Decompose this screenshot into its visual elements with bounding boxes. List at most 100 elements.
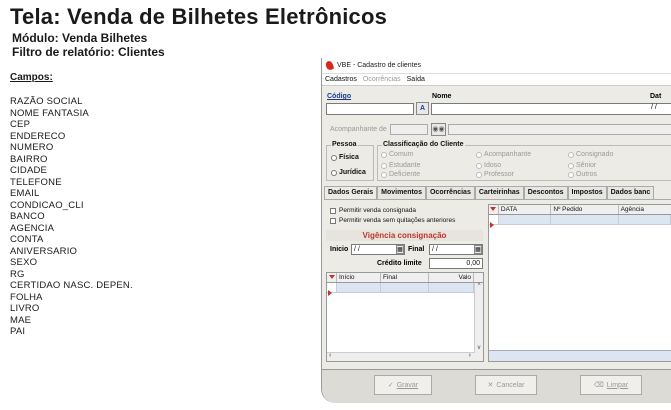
field-item: CERTIDAO NASC. DEPEN. bbox=[10, 280, 133, 291]
col-agencia[interactable]: Agência bbox=[619, 205, 671, 214]
pessoa-title: Pessoa bbox=[331, 141, 358, 148]
scroll-down-icon[interactable]: v bbox=[475, 345, 483, 351]
acompanhante-label: Acompanhante de bbox=[330, 126, 387, 133]
calendar-icon[interactable]: ▦ bbox=[474, 245, 482, 254]
vigencia-grid[interactable]: Início Final Valo ^ v ‹ › bbox=[326, 272, 484, 362]
col-data[interactable]: DATA bbox=[499, 205, 552, 214]
report-filter-label: Filtro de relatório: Clientes bbox=[12, 45, 165, 59]
field-item: MAE bbox=[10, 314, 32, 326]
movimentos-grid[interactable]: DATA Nº Pedido Agência bbox=[488, 204, 671, 362]
field-item: PAI bbox=[10, 326, 26, 337]
radio-estudante[interactable]: Estudante bbox=[381, 162, 421, 169]
calendar-icon[interactable]: ▦ bbox=[396, 245, 404, 254]
fields-heading: Campos: bbox=[10, 72, 53, 83]
field-item: RG bbox=[10, 268, 25, 280]
col-numero-pedido[interactable]: Nº Pedido bbox=[551, 205, 619, 214]
col-valor[interactable]: Valo bbox=[429, 273, 474, 282]
field-item: FOLHA bbox=[10, 291, 43, 303]
sort-indicator-icon bbox=[328, 275, 335, 279]
module-label: Módulo: Venda Bilhetes bbox=[12, 31, 148, 45]
nome-label: Nome bbox=[432, 93, 452, 100]
checkbox-venda-sem-quitacoes[interactable]: Permitir venda sem quitações anteriores bbox=[330, 217, 455, 224]
menu-cadastros[interactable]: Cadastros bbox=[325, 76, 357, 83]
final-label: Final bbox=[408, 246, 425, 253]
scroll-right-icon[interactable]: › bbox=[469, 352, 471, 359]
table-row[interactable] bbox=[327, 283, 483, 296]
scroll-up-icon[interactable]: ^ bbox=[475, 283, 483, 289]
codigo-label: Código bbox=[327, 93, 352, 100]
field-item: BANCO bbox=[10, 211, 45, 222]
cancel-icon: ✕ bbox=[487, 382, 494, 389]
radio-comum[interactable]: Comum bbox=[381, 151, 414, 158]
radio-acompanhante[interactable]: Acompanhante bbox=[476, 151, 531, 158]
vigencia-title: Vigência consignação bbox=[326, 230, 483, 241]
table-row[interactable] bbox=[489, 215, 671, 228]
horizontal-scrollbar[interactable]: ‹ › bbox=[327, 352, 475, 361]
tab-bar: Dados Gerais Movimentos Ocorrências Cart… bbox=[324, 186, 655, 199]
field-item: RAZÃO SOCIAL bbox=[10, 96, 83, 107]
codigo-input[interactable] bbox=[326, 103, 414, 115]
client-registration-window: VBE - Cadastro de clientes Cadastros Oco… bbox=[321, 58, 671, 403]
menu-ocorrencias[interactable]: Ocorrências bbox=[363, 76, 401, 83]
credito-limite-label: Crédito limite bbox=[377, 260, 422, 267]
check-icon: ✓ bbox=[387, 382, 394, 389]
tab-movimentos[interactable]: Movimentos bbox=[377, 186, 426, 199]
vertical-scrollbar[interactable]: ^ v bbox=[474, 283, 483, 361]
col-inicio[interactable]: Início bbox=[337, 273, 381, 282]
codigo-search-button[interactable]: A bbox=[416, 102, 429, 115]
page-title: Tela: Venda de Bilhetes Eletrônicos bbox=[10, 4, 388, 29]
limpar-button[interactable]: ⌫ Limpar bbox=[580, 375, 642, 395]
field-item: NOME FANTASIA bbox=[10, 107, 89, 119]
credito-limite-input[interactable]: 0,00 bbox=[429, 258, 483, 269]
data-label: Dat bbox=[650, 93, 662, 100]
window-titlebar: VBE - Cadastro de clientes bbox=[322, 58, 671, 74]
tab-divider bbox=[324, 199, 671, 200]
tab-ocorrencias[interactable]: Ocorrências bbox=[425, 186, 475, 199]
data-value: / / bbox=[651, 104, 657, 111]
field-item: CONTA bbox=[10, 234, 44, 245]
radio-idoso[interactable]: Idoso bbox=[476, 162, 501, 169]
radio-outros[interactable]: Outros bbox=[568, 171, 597, 178]
radio-senior[interactable]: Sênior bbox=[568, 162, 596, 169]
sort-indicator-icon bbox=[490, 207, 497, 211]
menu-saida[interactable]: Saída bbox=[407, 76, 425, 83]
search-icon: A bbox=[419, 105, 426, 112]
cancelar-button[interactable]: ✕ Cancelar bbox=[475, 375, 537, 395]
radio-professor[interactable]: Professor bbox=[476, 171, 514, 178]
acompanhante-code-input[interactable] bbox=[390, 124, 428, 135]
fields-list: RAZÃO SOCIAL NOME FANTASIA CEP ENDERECO … bbox=[10, 96, 133, 338]
gravar-button[interactable]: ✓ Gravar bbox=[374, 375, 432, 395]
radio-deficiente[interactable]: Deficiente bbox=[381, 171, 420, 178]
tab-carteirinhas[interactable]: Carteirinhas bbox=[474, 186, 524, 199]
inicio-label: Inicio bbox=[330, 246, 349, 253]
row-pointer-icon bbox=[490, 222, 494, 228]
field-item: BAIRRO bbox=[10, 153, 48, 165]
radio-fisica[interactable]: Física bbox=[331, 154, 359, 161]
scroll-left-icon[interactable]: ‹ bbox=[329, 352, 331, 359]
col-final[interactable]: Final bbox=[381, 273, 429, 282]
window-title: VBE - Cadastro de clientes bbox=[337, 62, 422, 69]
app-logo-icon bbox=[325, 61, 334, 70]
tab-dados-bancarios[interactable]: Dados banc bbox=[606, 186, 655, 199]
field-item: CEP bbox=[10, 119, 31, 130]
field-item: ENDERECO bbox=[10, 130, 66, 142]
acompanhante-name-input[interactable] bbox=[448, 124, 671, 135]
eraser-icon: ⌫ bbox=[593, 382, 604, 389]
classificacao-title: Classificação do Cliente bbox=[382, 141, 465, 148]
field-item: NUMERO bbox=[10, 142, 54, 153]
field-item: LIVRO bbox=[10, 303, 40, 314]
field-item: CONDICAO_CLI bbox=[10, 199, 84, 211]
tab-dados-gerais[interactable]: Dados Gerais bbox=[324, 186, 378, 199]
menu-bar: Cadastros Ocorrências Saída bbox=[322, 74, 671, 86]
grid-footer bbox=[489, 350, 671, 361]
radio-juridica[interactable]: Jurídica bbox=[331, 169, 366, 176]
field-item: ANIVERSARIO bbox=[10, 245, 78, 257]
tab-descontos[interactable]: Descontos bbox=[523, 186, 568, 199]
binoculars-icon[interactable]: ◉◉ bbox=[431, 123, 446, 136]
checkbox-venda-consignada[interactable]: Permitir venda consignada bbox=[330, 207, 416, 214]
tab-impostos[interactable]: Impostos bbox=[567, 186, 607, 199]
radio-consignado[interactable]: Consignado bbox=[568, 151, 613, 158]
nome-input[interactable] bbox=[431, 103, 671, 115]
field-item: SEXO bbox=[10, 257, 38, 268]
row-pointer-icon bbox=[328, 290, 332, 296]
